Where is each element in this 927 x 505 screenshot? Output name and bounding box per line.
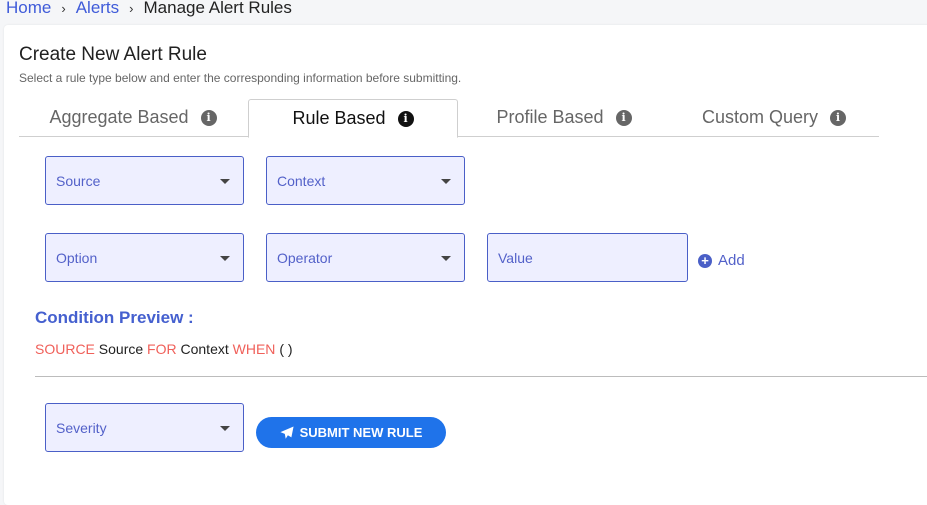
chevron-down-icon <box>441 256 451 261</box>
submit-label: SUBMIT NEW RULE <box>299 425 423 440</box>
preview-context-value: Context <box>180 341 229 357</box>
tab-label: Rule Based <box>292 108 386 128</box>
rule-type-tabs: Aggregate Based i Rule Based i Profile B… <box>19 99 879 138</box>
keyword-when: WHEN <box>232 341 276 357</box>
info-icon[interactable]: i <box>397 110 414 127</box>
chevron-down-icon <box>220 179 230 184</box>
breadcrumb-alerts-link[interactable]: Alerts <box>76 0 119 18</box>
preview-condition: ( ) <box>279 341 293 357</box>
preview-source-value: Source <box>98 341 144 357</box>
value-input[interactable]: Value <box>487 233 688 282</box>
breadcrumb-separator: › <box>129 0 134 16</box>
plus-circle-icon: + <box>698 253 712 268</box>
divider <box>35 376 927 377</box>
breadcrumb-home-link[interactable]: Home <box>6 0 51 18</box>
tab-label: Profile Based <box>496 107 604 127</box>
tab-label: Aggregate Based <box>49 107 189 127</box>
submit-new-rule-button[interactable]: SUBMIT NEW RULE <box>256 417 446 448</box>
context-select-label: Context <box>277 172 326 189</box>
tab-custom-query[interactable]: Custom Query i <box>669 99 879 136</box>
chevron-down-icon <box>220 256 230 261</box>
severity-select[interactable]: Severity <box>45 403 244 452</box>
paper-plane-icon <box>280 425 294 439</box>
value-input-placeholder: Value <box>498 249 533 266</box>
info-icon[interactable]: i <box>830 109 847 126</box>
breadcrumb-current: Manage Alert Rules <box>143 0 292 17</box>
tab-rule-based[interactable]: Rule Based i <box>248 99 458 138</box>
operator-select-label: Operator <box>277 249 333 266</box>
create-rule-card: Create New Alert Rule Select a rule type… <box>4 25 927 505</box>
condition-preview-title: Condition Preview : <box>35 308 194 327</box>
chevron-down-icon <box>220 426 230 431</box>
severity-select-label: Severity <box>56 419 107 436</box>
add-condition-button[interactable]: + Add <box>698 252 745 269</box>
info-icon[interactable]: i <box>615 109 632 126</box>
source-select-label: Source <box>56 172 101 189</box>
keyword-for: FOR <box>147 341 177 357</box>
option-select-label: Option <box>56 249 98 266</box>
page-subtitle: Select a rule type below and enter the c… <box>19 71 462 85</box>
context-select[interactable]: Context <box>266 156 465 205</box>
breadcrumb-separator: › <box>61 0 66 16</box>
breadcrumb: Home › Alerts › Manage Alert Rules <box>6 0 292 20</box>
tab-profile-based[interactable]: Profile Based i <box>459 99 669 136</box>
info-icon[interactable]: i <box>200 109 217 126</box>
tab-aggregate-based[interactable]: Aggregate Based i <box>19 99 247 136</box>
page-title: Create New Alert Rule <box>19 44 207 65</box>
operator-select[interactable]: Operator <box>266 233 465 282</box>
source-select[interactable]: Source <box>45 156 244 205</box>
keyword-source: SOURCE <box>35 341 95 357</box>
chevron-down-icon <box>441 179 451 184</box>
tab-label: Custom Query <box>701 107 819 127</box>
condition-preview-text: SOURCE Source FOR Context WHEN ( ) <box>35 341 293 357</box>
add-label: Add <box>718 252 745 269</box>
option-select[interactable]: Option <box>45 233 244 282</box>
